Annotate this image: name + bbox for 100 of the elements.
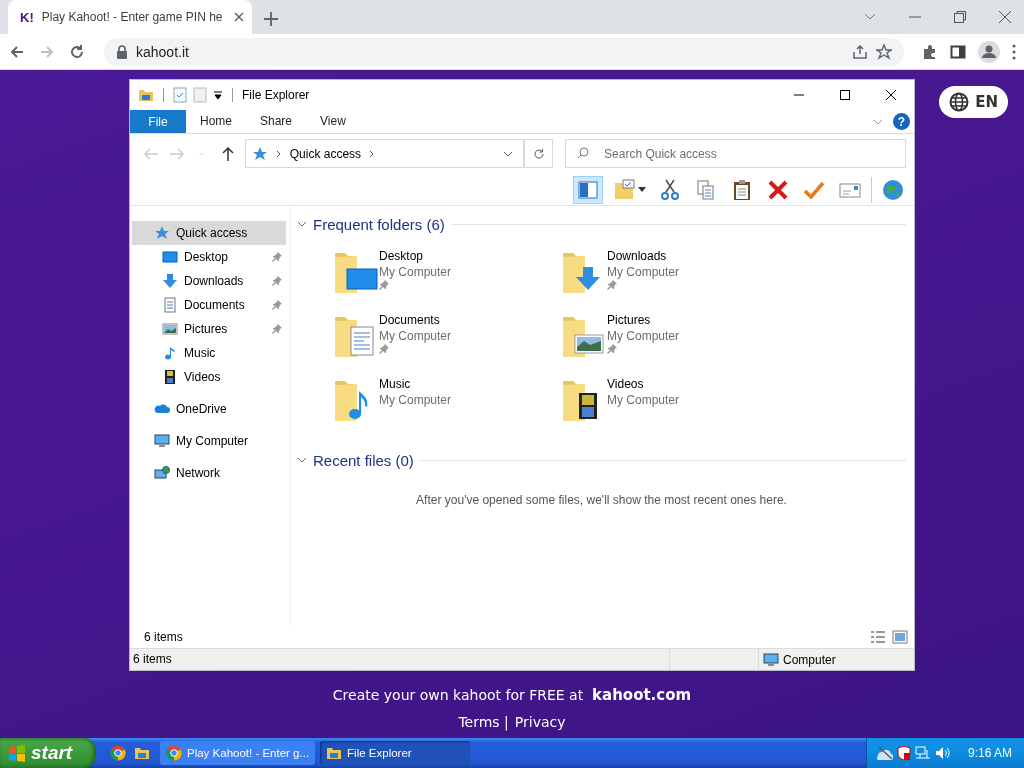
pin-icon [272, 252, 282, 262]
folder-icon [612, 178, 636, 202]
preview-pane-button[interactable] [573, 176, 603, 204]
pane-layout-icon [576, 178, 600, 202]
sidebar-item[interactable]: My Computer [132, 429, 286, 453]
network-offline-icon[interactable] [877, 746, 893, 760]
computer-icon [154, 433, 170, 449]
status-location: Computer [783, 652, 836, 667]
pin-icon [607, 280, 617, 290]
pin-icon [272, 324, 282, 334]
puzzle-icon[interactable] [922, 43, 938, 60]
window-title: File Explorer [242, 88, 310, 102]
speaker-icon[interactable] [935, 746, 951, 760]
sidebar-item[interactable]: Pictures [132, 317, 286, 341]
computer-icon [763, 651, 779, 668]
sidebar-item[interactable]: Downloads [132, 269, 286, 293]
details-view-icon[interactable] [870, 630, 886, 644]
ribbon-tab[interactable]: Share [246, 110, 307, 133]
folder-name[interactable]: Videos [607, 376, 680, 392]
chevron-right-icon [275, 149, 282, 158]
pin-icon [272, 276, 282, 286]
folder-location: My Computer [607, 328, 680, 344]
folder-location: My Computer [379, 328, 452, 344]
address-bar[interactable]: Quick access [244, 139, 526, 168]
sidebar-item[interactable]: Videos [132, 365, 286, 389]
dropdown-icon[interactable] [213, 90, 223, 100]
star-icon[interactable] [876, 43, 892, 60]
refresh-icon[interactable] [532, 147, 545, 160]
network-icon [154, 465, 170, 481]
ribbon-tab[interactable]: View [306, 110, 360, 133]
side-panel-icon[interactable] [950, 43, 966, 60]
restore-icon[interactable] [954, 11, 966, 23]
folder-name[interactable]: Downloads [607, 248, 680, 264]
star-icon [154, 225, 170, 241]
folder-name[interactable]: Music [379, 376, 452, 392]
pin-icon [379, 344, 389, 354]
sidebar-item[interactable]: Network [132, 461, 286, 485]
promo-text: Create your own kahoot for FREE at kahoot.com [332, 686, 692, 704]
security-shield-icon[interactable] [897, 745, 911, 761]
reload-button[interactable] [68, 42, 86, 61]
address-bar[interactable]: kahoot.it [104, 37, 904, 66]
browser-tab[interactable]: K! Play Kahoot! - Enter game PIN he [8, 0, 252, 34]
menu-icon[interactable] [1012, 43, 1016, 60]
sidebar-item[interactable]: Quick access [132, 221, 286, 245]
section-header[interactable]: Recent files (0) [313, 451, 414, 469]
quick-launch-button[interactable] [134, 745, 150, 761]
folder-location: My Computer [379, 392, 452, 408]
properties-icon[interactable] [173, 87, 187, 103]
pin-icon [379, 280, 389, 290]
tab-title: Play Kahoot! - Enter game PIN he [41, 10, 224, 24]
help-button[interactable]: ? [893, 113, 910, 130]
start-button[interactable]: start [0, 738, 96, 768]
chevron-right-icon [369, 149, 376, 158]
scissors-icon [658, 178, 682, 202]
profile-icon[interactable] [978, 40, 1000, 63]
file-menu-button[interactable]: File [130, 110, 186, 133]
sidebar-item[interactable]: Documents [132, 293, 286, 317]
clock: 9:16 AM [967, 746, 1012, 760]
item-count: 6 items [144, 630, 183, 644]
ribbon-tab[interactable]: Home [186, 110, 246, 133]
plus-icon[interactable] [264, 12, 278, 26]
image-icon [162, 321, 178, 337]
sidebar-item[interactable]: Music [132, 341, 286, 365]
chevron-down-icon[interactable] [864, 13, 876, 21]
large-icons-view-icon[interactable] [892, 630, 908, 644]
folder-location: My Computer [379, 264, 452, 280]
taskbar-button[interactable]: Play Kahoot! - Enter g... [160, 741, 316, 765]
taskbar-button[interactable]: File Explorer [320, 741, 471, 765]
maximize-icon[interactable] [840, 90, 850, 100]
folder-location: My Computer [607, 392, 680, 408]
close-icon[interactable] [234, 12, 244, 22]
footer-link[interactable]: Terms | [458, 714, 509, 730]
down-arrow-icon [162, 273, 178, 289]
folder-name[interactable]: Desktop [379, 248, 452, 264]
folder-name[interactable]: Documents [379, 312, 452, 328]
caret-icon [638, 187, 646, 193]
globe-icon [949, 92, 970, 112]
document-icon [162, 297, 178, 313]
folder-icon [134, 745, 150, 761]
close-icon[interactable] [886, 90, 896, 100]
language-button[interactable]: EN [939, 86, 1008, 118]
chevron-icon[interactable] [297, 455, 307, 465]
chevron-icon[interactable] [297, 219, 307, 229]
sidebar-item[interactable]: Desktop [132, 245, 286, 269]
folder-icon[interactable] [138, 87, 154, 103]
search-icon [577, 147, 590, 159]
pin-icon [607, 344, 617, 354]
windows-flag-icon [8, 744, 26, 762]
share-icon[interactable] [852, 43, 868, 60]
chrome-icon [110, 745, 126, 761]
chevron-down-icon[interactable] [503, 150, 514, 157]
quick-launch-button[interactable] [110, 745, 126, 761]
folder-name[interactable]: Pictures [607, 312, 680, 328]
footer-link[interactable]: Privacy [514, 714, 566, 730]
section-header[interactable]: Frequent folders (6) [313, 215, 445, 233]
sidebar-item[interactable]: OneDrive [132, 397, 286, 421]
search-field[interactable]: Search Quick access [565, 139, 907, 168]
lock-icon [116, 44, 128, 59]
folder-icon [326, 745, 343, 761]
empty-message: After you've opened some files, we'll show the most recent ones here. [415, 493, 788, 507]
